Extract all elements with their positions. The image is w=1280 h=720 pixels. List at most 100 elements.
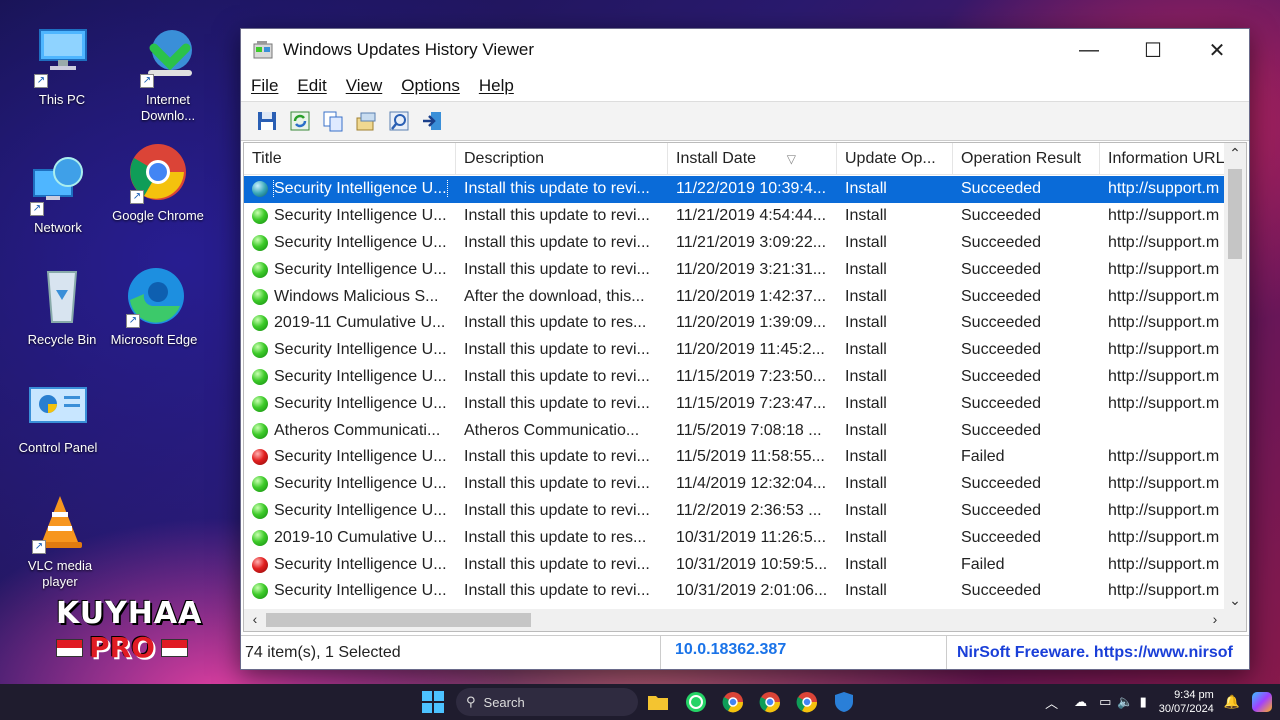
cell-operation-result: Succeeded	[961, 528, 1042, 546]
cell-update-operation: Install	[845, 287, 887, 305]
volume-icon[interactable]: 🔈	[1117, 694, 1133, 710]
cell-information-url: http://support.m	[1108, 341, 1220, 359]
menu-file[interactable]: File	[251, 76, 278, 96]
desktop-icon-network[interactable]: ↗ Network	[10, 154, 106, 236]
table-row[interactable]: Security Intelligence U... Install this u…	[244, 551, 1226, 578]
cell-install-date: 11/20/2019 1:42:37...	[676, 287, 827, 305]
taskbar-clock[interactable]: 9:34 pm 30/07/2024	[1159, 688, 1214, 716]
scroll-left-icon[interactable]: ‹	[244, 611, 266, 627]
maximize-button[interactable]: ☐	[1121, 29, 1185, 71]
desktop-icon-internet-download[interactable]: ↗ Internet Downlo...	[120, 26, 216, 124]
updates-list[interactable]: Title Description Install Date ▽ Update …	[243, 142, 1247, 632]
cell-title-text: Security Intelligence U...	[274, 394, 447, 412]
cell-description: Install this update to res...	[464, 314, 647, 332]
table-row[interactable]: Security Intelligence U... Install this u…	[244, 444, 1226, 471]
vertical-scroll-thumb[interactable]	[1228, 169, 1242, 259]
cell-description: Install this update to revi...	[464, 501, 650, 519]
column-title[interactable]: Title	[244, 143, 456, 175]
taskbar-search-box[interactable]: ⚲ Search	[456, 688, 638, 716]
cell-install-date: 11/21/2019 4:54:44...	[676, 207, 827, 225]
chevron-up-icon[interactable]: ︿	[1045, 693, 1058, 712]
close-button[interactable]: ✕	[1185, 29, 1249, 71]
cell-update-operation: Install	[845, 394, 887, 412]
battery-icon[interactable]: ▮	[1140, 694, 1147, 710]
cell-description: After the download, this...	[464, 287, 645, 305]
refresh-icon[interactable]	[288, 109, 312, 133]
scroll-up-icon[interactable]: ⌃	[1224, 145, 1246, 162]
desktop-icon-edge[interactable]: ↗ Microsoft Edge	[106, 266, 202, 348]
table-row[interactable]: 2019-11 Cumulative U... Install this upda…	[244, 310, 1226, 337]
table-row[interactable]: Security Intelligence U... Install this u…	[244, 471, 1226, 498]
properties-icon[interactable]	[354, 109, 378, 133]
column-install-date[interactable]: Install Date ▽	[668, 143, 837, 175]
search-icon: ⚲	[466, 694, 476, 709]
column-description[interactable]: Description	[456, 143, 668, 175]
notification-bell-icon[interactable]: 🔔	[1224, 694, 1240, 710]
status-succeeded-icon	[252, 342, 268, 359]
table-row[interactable]: 2019-10 Cumulative U... Install this upda…	[244, 524, 1226, 551]
column-information-url[interactable]: Information URL	[1100, 143, 1226, 175]
column-update-operation[interactable]: Update Op...	[837, 143, 953, 175]
status-succeeded-icon	[252, 422, 268, 439]
onedrive-icon[interactable]: ☁	[1074, 694, 1087, 710]
vertical-scrollbar[interactable]: ⌃ ⌄	[1224, 143, 1246, 611]
desktop-icon-this-pc[interactable]: ↗ This PC	[14, 26, 110, 108]
cell-operation-result: Succeeded	[961, 367, 1042, 385]
file-explorer-icon[interactable]	[646, 690, 670, 714]
table-row[interactable]: Security Intelligence U... Install this u…	[244, 390, 1226, 417]
desktop-icon-control-panel[interactable]: Control Panel	[10, 382, 106, 456]
chrome-icon: ↗	[126, 142, 190, 206]
table-row[interactable]: Security Intelligence U... Install this u…	[244, 337, 1226, 364]
cell-install-date: 11/21/2019 3:09:22...	[676, 233, 827, 251]
scroll-down-icon[interactable]: ⌄	[1224, 592, 1246, 609]
chrome-taskbar-icon[interactable]	[721, 690, 745, 714]
clock-time: 9:34 pm	[1174, 689, 1214, 701]
table-row[interactable]: Atheros Communicati... Atheros Communicat…	[244, 417, 1226, 444]
system-tray: ︿ ☁ ▭ 🔈 ▮ 9:34 pm 30/07/2024 🔔	[1045, 684, 1280, 720]
whatsapp-icon[interactable]	[684, 690, 708, 714]
horizontal-scrollbar[interactable]: ‹ ›	[244, 609, 1226, 631]
menu-help[interactable]: Help	[479, 76, 514, 96]
copy-icon[interactable]	[321, 109, 345, 133]
menu-edit[interactable]: Edit	[297, 76, 326, 96]
cell-install-date: 11/20/2019 1:39:09...	[676, 314, 827, 332]
menu-view[interactable]: View	[346, 76, 383, 96]
status-nirsoft-link[interactable]: NirSoft Freeware. https://www.nirsof	[947, 644, 1249, 662]
cell-title: Security Intelligence U...	[244, 368, 456, 386]
scroll-right-icon[interactable]: ›	[1204, 611, 1226, 627]
column-operation-result[interactable]: Operation Result	[953, 143, 1100, 175]
status-succeeded-icon	[252, 181, 268, 198]
cell-title-text: 2019-11 Cumulative U...	[274, 314, 446, 332]
status-succeeded-icon	[252, 288, 268, 305]
save-icon[interactable]	[255, 109, 279, 133]
table-row[interactable]: Security Intelligence U... Install this u…	[244, 230, 1226, 257]
display-icon[interactable]: ▭	[1099, 694, 1111, 710]
horizontal-scroll-thumb[interactable]	[266, 613, 531, 627]
chrome-profile-2-icon[interactable]	[795, 690, 819, 714]
cell-title: Atheros Communicati...	[244, 422, 456, 440]
title-bar[interactable]: Windows Updates History Viewer — ☐ ✕	[241, 29, 1249, 71]
exit-icon[interactable]	[420, 109, 444, 133]
copilot-icon[interactable]	[1252, 692, 1272, 712]
table-row[interactable]: Security Intelligence U... Install this u…	[244, 256, 1226, 283]
desktop-icon-chrome[interactable]: ↗ Google Chrome	[110, 142, 206, 224]
table-row[interactable]: Security Intelligence U... Install this u…	[244, 176, 1226, 203]
cell-description: Install this update to res...	[464, 528, 647, 546]
sort-descending-icon: ▽	[786, 152, 796, 166]
desktop-icon-recycle-bin[interactable]: Recycle Bin	[14, 266, 110, 348]
windows-start-icon[interactable]	[421, 690, 445, 714]
security-shield-icon[interactable]	[832, 690, 856, 714]
table-row[interactable]: Windows Malicious S... After the download…	[244, 283, 1226, 310]
table-row[interactable]: Security Intelligence U... Install this u…	[244, 203, 1226, 230]
find-icon[interactable]	[387, 109, 411, 133]
table-row[interactable]: Security Intelligence U... Install this u…	[244, 578, 1226, 605]
app-window: Windows Updates History Viewer — ☐ ✕ Fil…	[240, 28, 1250, 670]
cell-install-date: 10/31/2019 10:59:5...	[676, 555, 828, 573]
desktop-icon-vlc[interactable]: ↗ VLC media player	[12, 492, 108, 590]
minimize-button[interactable]: —	[1057, 29, 1121, 71]
chrome-profile-icon[interactable]	[758, 690, 782, 714]
table-row[interactable]: Security Intelligence U... Install this u…	[244, 498, 1226, 525]
menu-options[interactable]: Options	[401, 76, 460, 96]
cell-update-operation: Install	[845, 421, 887, 439]
table-row[interactable]: Security Intelligence U... Install this u…	[244, 364, 1226, 391]
